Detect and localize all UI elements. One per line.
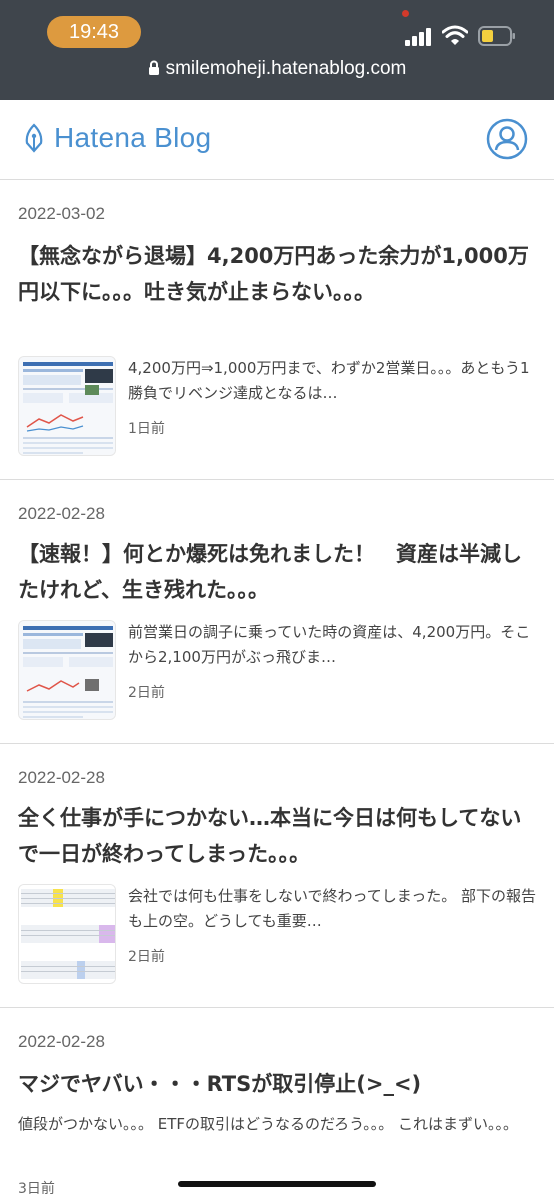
url-text: smilemoheji.hatenablog.com bbox=[165, 58, 407, 79]
entry-excerpt: 会社では何も仕事をしないで終わってしまった。 部下の報告も上の空。どうしても重要… bbox=[128, 887, 536, 930]
entry-title-link[interactable]: マジでヤバい・・・RTSが取引停止(>_<) bbox=[18, 1066, 538, 1102]
trading-screen-thumbnail-icon bbox=[19, 357, 115, 455]
recording-indicator-icon bbox=[402, 10, 409, 17]
hatena-blog-logo[interactable]: Hatena Blog bbox=[22, 122, 211, 154]
entry-thumbnail[interactable] bbox=[18, 884, 116, 984]
address-bar[interactable]: smilemoheji.hatenablog.com bbox=[0, 58, 554, 80]
spreadsheet-thumbnail-icon bbox=[19, 885, 115, 983]
home-indicator[interactable] bbox=[178, 1181, 376, 1187]
lock-icon bbox=[148, 60, 159, 75]
pen-nib-icon bbox=[25, 123, 43, 153]
entry-thumbnail[interactable] bbox=[18, 620, 116, 720]
entry-relative-time: 3日前 bbox=[18, 1181, 55, 1197]
user-account-icon[interactable] bbox=[486, 118, 528, 160]
entry-relative-time: 1日前 bbox=[128, 421, 165, 437]
entry-relative-time: 2日前 bbox=[128, 949, 165, 965]
entry-title-link[interactable]: 【無念ながら退場】4,200万円あった余力が1,000万円以下に。。。吐き気が止… bbox=[18, 238, 538, 310]
entry-date: 2022-02-28 bbox=[18, 504, 105, 523]
cellular-signal-icon bbox=[405, 28, 435, 46]
entry-date: 2022-03-02 bbox=[18, 204, 105, 223]
entry-item[interactable]: 2022-03-02 【無念ながら退場】4,200万円あった余力が1,000万円… bbox=[0, 180, 554, 480]
entry-item[interactable]: 2022-02-28 【速報！】何とか爆死は免れました！ 資産は半減したけれど、… bbox=[0, 480, 554, 744]
browser-status-bar: 19:43 smilemoheji.hatenablog.com bbox=[0, 0, 554, 100]
blog-header: Hatena Blog bbox=[0, 100, 554, 180]
trading-screen-thumbnail-icon bbox=[19, 621, 115, 719]
entry-item[interactable]: 2022-02-28 全く仕事が手につかない…本当に今日は何もしてないで一日が終… bbox=[0, 744, 554, 1008]
status-time: 19:43 bbox=[47, 16, 141, 48]
battery-icon bbox=[478, 26, 515, 46]
entry-item[interactable]: 2022-02-28 マジでヤバい・・・RTSが取引停止(>_<) 値段がつかな… bbox=[0, 1008, 554, 1200]
logo-text: Hatena Blog bbox=[54, 122, 212, 153]
entry-title-link[interactable]: 全く仕事が手につかない…本当に今日は何もしてないで一日が終わってしまった。。。 bbox=[18, 800, 538, 872]
entry-thumbnail[interactable] bbox=[18, 356, 116, 456]
entry-excerpt: 前営業日の調子に乗っていた時の資産は、4,200万円。そこから2,100万円がぶ… bbox=[128, 623, 531, 666]
entry-relative-time: 2日前 bbox=[128, 685, 165, 701]
wifi-icon bbox=[442, 25, 468, 45]
entry-title-link[interactable]: 【速報！】何とか爆死は免れました！ 資産は半減したけれど、生き残れた。。。 bbox=[18, 536, 538, 608]
entry-date: 2022-02-28 bbox=[18, 768, 105, 787]
entry-excerpt: 4,200万円⇒1,000万円まで、わずか2営業日。。。あともう1勝負でリベンジ… bbox=[128, 359, 530, 402]
entry-date: 2022-02-28 bbox=[18, 1032, 105, 1051]
entry-excerpt: 値段がつかない。。。 ETFの取引はどうなるのだろう。。。 これはまずい。。。 bbox=[18, 1115, 519, 1133]
